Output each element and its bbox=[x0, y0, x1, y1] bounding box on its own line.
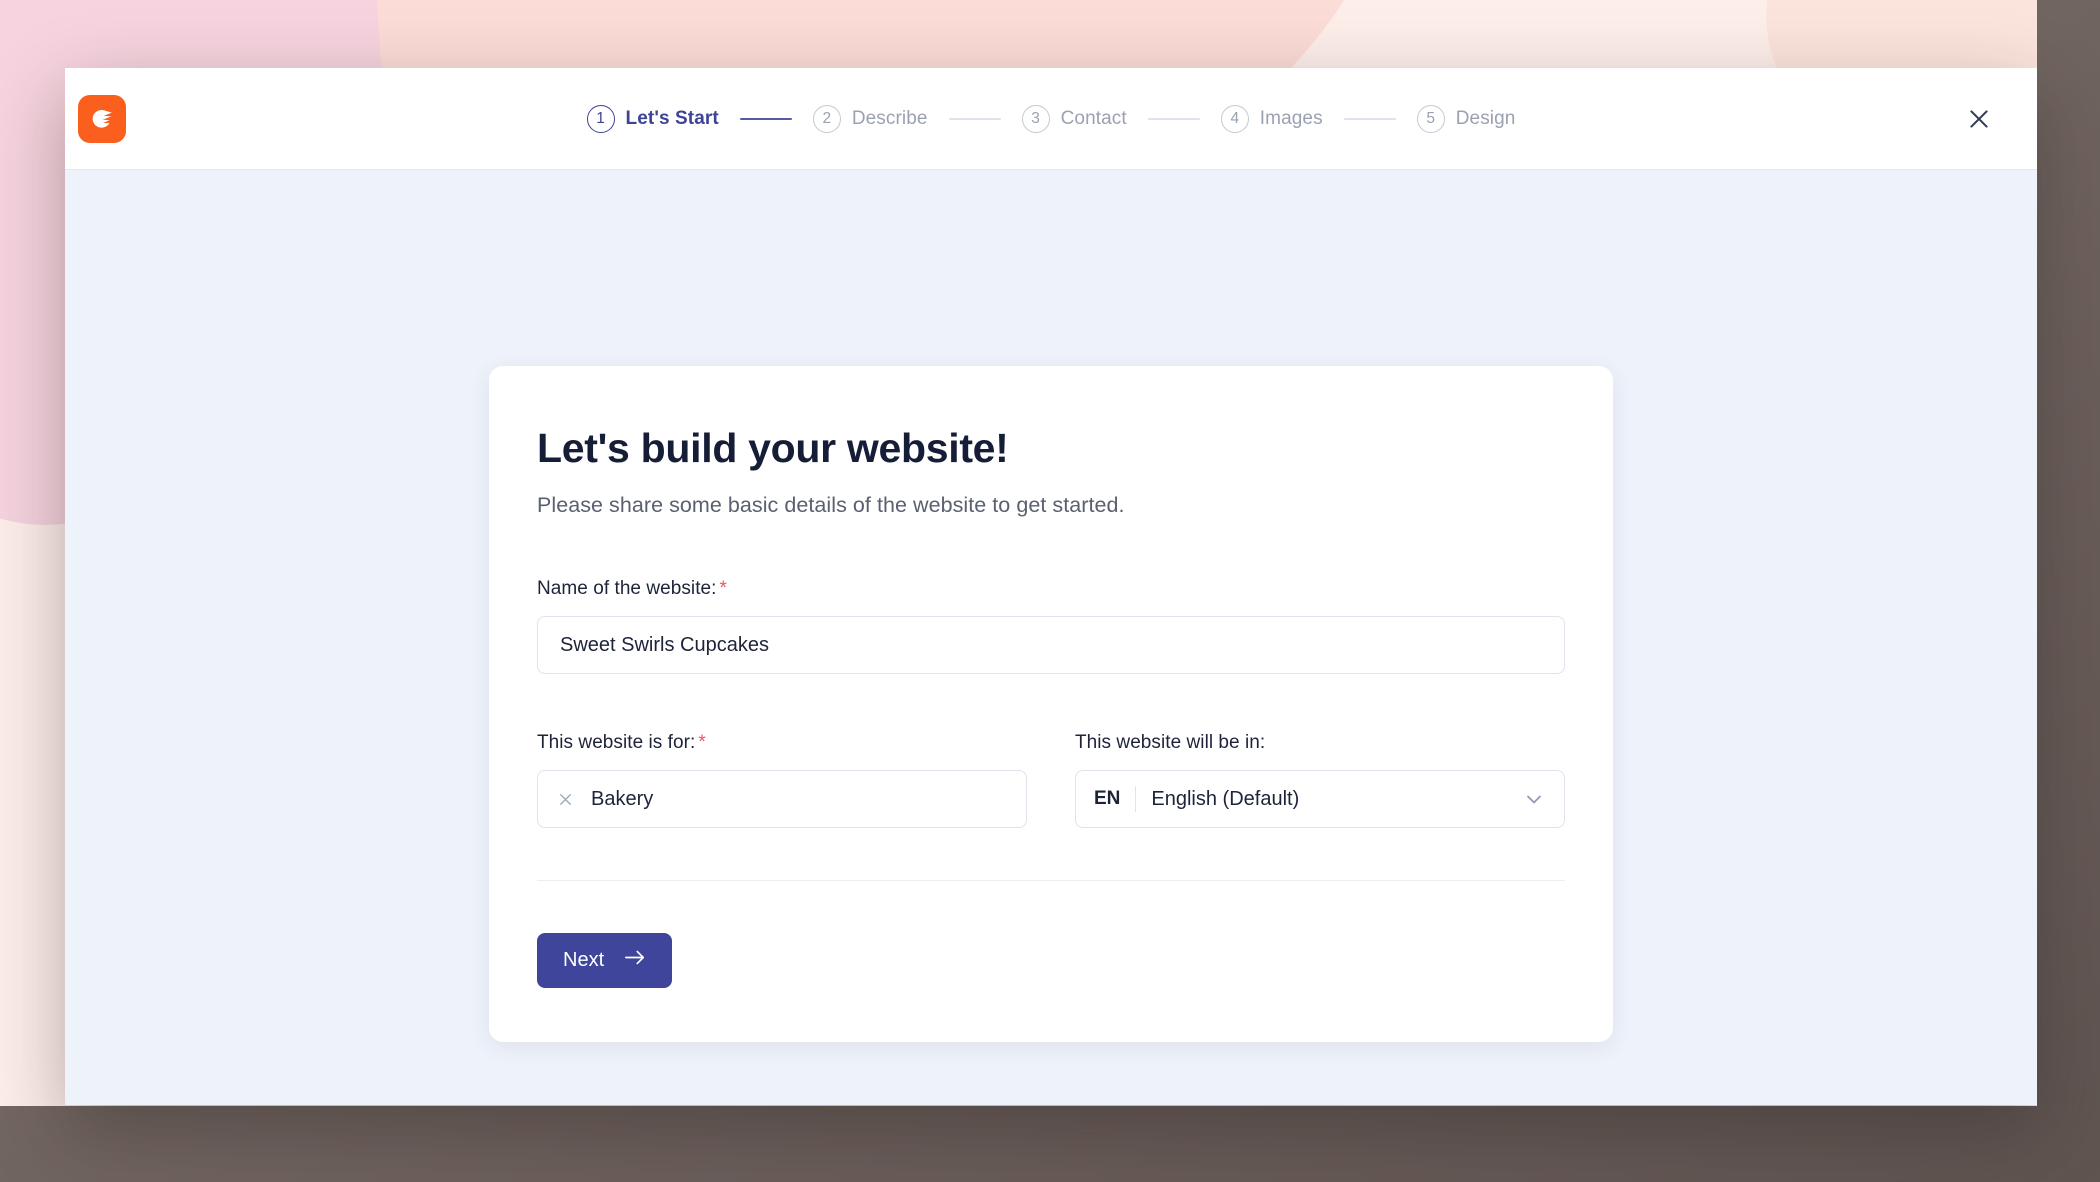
required-indicator: * bbox=[719, 578, 727, 600]
step-item-3[interactable]: 3 Contact bbox=[1021, 104, 1127, 133]
close-icon[interactable] bbox=[556, 790, 575, 809]
website-category-label-text: This website is for: bbox=[537, 732, 696, 754]
step-label-1: Let's Start bbox=[625, 107, 719, 129]
step-item-2[interactable]: 2 Describe bbox=[812, 104, 928, 133]
step-label-4: Images bbox=[1259, 107, 1323, 129]
website-language-select[interactable]: EN English (Default) bbox=[1075, 770, 1565, 829]
step-number-5: 5 bbox=[1416, 104, 1445, 133]
website-category-select[interactable]: Bakery bbox=[537, 770, 1027, 829]
language-code: EN bbox=[1094, 786, 1137, 813]
website-name-field-group: Name of the website: * bbox=[537, 578, 1565, 675]
page-title: Let's build your website! bbox=[537, 425, 1009, 471]
step-connector-2 bbox=[948, 117, 1001, 120]
chevron-down-icon[interactable] bbox=[1522, 787, 1546, 811]
modal-header: 1 Let's Start 2 Describe 3 Contact 4 Ima… bbox=[65, 68, 2037, 170]
step-label-5: Design bbox=[1455, 107, 1516, 129]
card-divider bbox=[537, 880, 1565, 882]
step-connector-1 bbox=[739, 117, 792, 120]
step-number-1: 1 bbox=[586, 104, 615, 133]
next-button[interactable]: Next bbox=[537, 933, 673, 989]
step-label-3: Contact bbox=[1060, 107, 1127, 129]
step-connector-4 bbox=[1343, 117, 1396, 120]
required-indicator: * bbox=[698, 732, 706, 754]
step-number-2: 2 bbox=[812, 104, 841, 133]
website-builder-modal: 1 Let's Start 2 Describe 3 Contact 4 Ima… bbox=[65, 68, 2037, 1105]
arrow-right-icon bbox=[624, 949, 646, 972]
website-language-value: English (Default) bbox=[1151, 787, 1300, 810]
website-category-value: Bakery bbox=[591, 787, 654, 810]
step-number-3: 3 bbox=[1021, 104, 1050, 133]
step-connector-3 bbox=[1147, 117, 1200, 120]
website-name-label-text: Name of the website: bbox=[537, 578, 717, 600]
page-subtitle: Please share some basic details of the w… bbox=[537, 493, 1125, 518]
modal-body: Let's build your website! Please share s… bbox=[65, 170, 2037, 1105]
step-item-4[interactable]: 4 Images bbox=[1220, 104, 1323, 133]
website-name-label: Name of the website: * bbox=[537, 578, 1565, 600]
step-progress-bar: 1 Let's Start 2 Describe 3 Contact 4 Ima… bbox=[586, 104, 1516, 133]
step-item-5[interactable]: 5 Design bbox=[1416, 104, 1516, 133]
website-details-form-card: Let's build your website! Please share s… bbox=[489, 366, 1613, 1043]
form-row-category-language: This website is for: * Bakery This websi… bbox=[537, 732, 1565, 829]
step-number-4: 4 bbox=[1220, 104, 1249, 133]
step-label-2: Describe bbox=[851, 107, 928, 129]
website-language-label: This website will be in: bbox=[1075, 732, 1266, 754]
website-category-field-group: This website is for: * Bakery bbox=[537, 732, 1027, 829]
page-backdrop: 1 Let's Start 2 Describe 3 Contact 4 Ima… bbox=[0, 0, 2100, 1182]
comet-logo-icon bbox=[78, 95, 126, 143]
website-language-field-group: This website will be in: EN English (Def… bbox=[1075, 732, 1565, 829]
website-category-label: This website is for: * bbox=[537, 732, 1027, 754]
website-name-input[interactable] bbox=[537, 616, 1565, 675]
next-button-label: Next bbox=[563, 949, 605, 972]
close-icon[interactable] bbox=[1959, 99, 1999, 139]
step-item-1[interactable]: 1 Let's Start bbox=[586, 104, 719, 133]
